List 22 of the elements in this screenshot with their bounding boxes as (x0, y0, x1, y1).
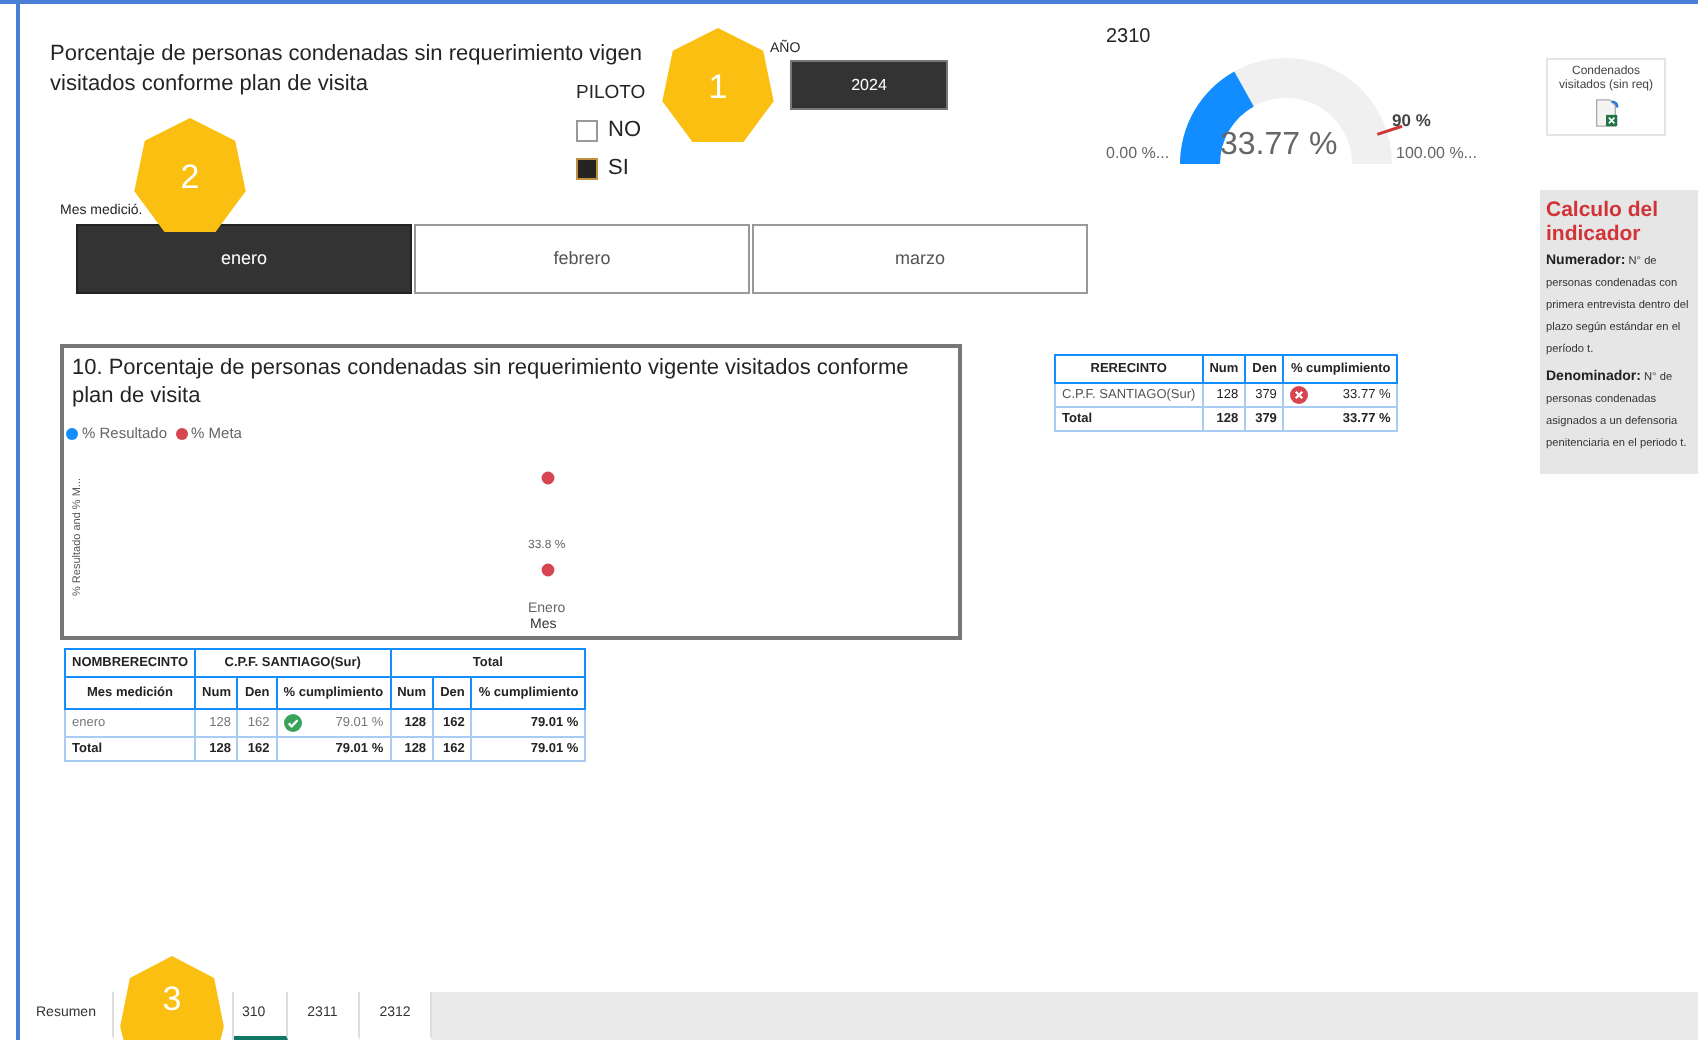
checkbox-label: SI (608, 154, 629, 184)
checkbox[interactable] (576, 119, 598, 142)
checkbox[interactable] (576, 157, 598, 180)
excel-file-icon (1590, 98, 1622, 128)
piloto-label: PILOTO (576, 80, 646, 108)
gauge-min-label: 0.00 %... (1106, 142, 1170, 166)
checkbox-label: NO (608, 116, 641, 146)
report-title: visitados conforme plan de visita (50, 70, 368, 100)
chart-title: 10. Porcentaje de personas condenadas sin requerimiento vigente visitados conforme plan de visita (70, 354, 911, 410)
month-button[interactable]: febrero (414, 224, 750, 294)
step-badge: 3 (118, 956, 226, 1040)
year-slicer[interactable]: 2024 (790, 60, 948, 110)
month-button[interactable]: enero (76, 224, 412, 294)
gauge-title: 2310 (1106, 24, 1151, 52)
report-title: Porcentaje de personas condenadas sin requerimiento vigen (50, 40, 642, 70)
target-label: 90 % (1392, 108, 1431, 134)
panel-title: Calculo del indicador (1546, 198, 1661, 246)
month-button[interactable]: marzo (752, 224, 1088, 294)
gauge-value: 33.77 % (1220, 126, 1338, 166)
data-point (541, 471, 555, 485)
data-point (541, 563, 555, 577)
gauge-max-label: 100.00 %... (1396, 142, 1477, 166)
